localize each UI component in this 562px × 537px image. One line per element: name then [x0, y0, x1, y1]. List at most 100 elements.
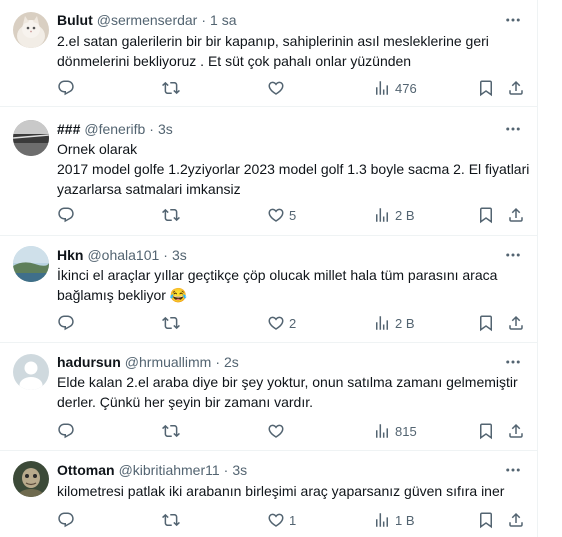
- bookmark-icon: [480, 207, 492, 224]
- tweet-text-line: Ornek olarak: [57, 141, 138, 157]
- timestamp[interactable]: 3s: [232, 460, 247, 480]
- bookmark-button[interactable]: [477, 78, 495, 98]
- user-handle[interactable]: @sermenserdar: [97, 10, 198, 30]
- tweet[interactable]: ### @fenerifb · 3s Ornek olarak 2017 mod…: [0, 107, 538, 236]
- share-button[interactable]: [507, 78, 525, 98]
- share-button[interactable]: [507, 313, 525, 333]
- user-handle[interactable]: @fenerifb: [84, 119, 145, 139]
- tweet-text: İkinci el araçlar yıllar geçtikçe çöp ol…: [57, 265, 525, 305]
- views-icon: [376, 513, 388, 527]
- tweet-actions: 5 2 B: [57, 205, 527, 225]
- display-name[interactable]: hadursun: [57, 352, 121, 372]
- separator-dot: ·: [163, 247, 168, 263]
- views-count: 1 B: [395, 512, 415, 528]
- bookmark-button[interactable]: [477, 205, 495, 225]
- tweet-text: 2.el satan galerilerin bir bir kapanıp, …: [57, 31, 525, 71]
- bookmark-button[interactable]: [477, 510, 495, 530]
- retweet-button[interactable]: [162, 510, 180, 530]
- reply-button[interactable]: [57, 510, 75, 530]
- reply-button[interactable]: [57, 313, 75, 333]
- display-name[interactable]: Ottoman: [57, 460, 115, 480]
- timestamp[interactable]: 3s: [172, 245, 187, 265]
- share-icon: [509, 80, 523, 95]
- tweet[interactable]: Ottoman @kibritiahmer11 · 3s kilometresi…: [0, 451, 538, 537]
- tweet-text-line: Elde kalan 2.el araba diye bir şey yoktu…: [57, 374, 518, 390]
- cat-avatar-icon[interactable]: [13, 12, 49, 48]
- views-button[interactable]: 815: [373, 421, 417, 441]
- share-icon: [509, 512, 523, 527]
- views-button[interactable]: 2 B: [373, 205, 415, 225]
- reply-button[interactable]: [57, 421, 75, 441]
- heart-icon: [268, 316, 284, 330]
- user-handle[interactable]: @kibritiahmer11: [119, 460, 220, 480]
- like-count: 1: [289, 512, 297, 528]
- display-name[interactable]: Bulut: [57, 10, 93, 30]
- views-count: 815: [395, 423, 417, 439]
- more-icon[interactable]: [500, 352, 526, 372]
- views-button[interactable]: 476: [373, 78, 417, 98]
- tweet-text-line: kilometresi patlak iki arabanın birleşim…: [57, 483, 505, 499]
- share-icon: [509, 423, 523, 438]
- more-icon[interactable]: [500, 10, 526, 30]
- tweet-actions: 476: [57, 78, 527, 98]
- reply-icon: [58, 80, 74, 96]
- like-button[interactable]: 1: [267, 510, 296, 530]
- display-name[interactable]: Hkn: [57, 245, 83, 265]
- tweet[interactable]: Hkn @ohala101 · 3s İkinci el araçlar yıl…: [0, 236, 538, 343]
- user-handle[interactable]: @hrmuallimm: [125, 352, 212, 372]
- timestamp[interactable]: 1 sa: [210, 10, 236, 30]
- bookmark-button[interactable]: [477, 313, 495, 333]
- tweet-header: Hkn @ohala101 · 3s: [57, 245, 187, 265]
- reply-icon: [58, 512, 74, 528]
- portrait-avatar-icon[interactable]: [13, 461, 49, 497]
- retweet-button[interactable]: [162, 78, 180, 98]
- views-button[interactable]: 1 B: [373, 510, 415, 530]
- reply-button[interactable]: [57, 78, 75, 98]
- more-icon[interactable]: [500, 119, 526, 139]
- share-button[interactable]: [507, 421, 525, 441]
- tweet-text: kilometresi patlak iki arabanın birleşim…: [57, 481, 525, 501]
- retweet-button[interactable]: [162, 313, 180, 333]
- bookmark-icon: [480, 423, 492, 440]
- like-button[interactable]: 5: [267, 205, 296, 225]
- more-icon[interactable]: [500, 245, 526, 265]
- share-button[interactable]: [507, 510, 525, 530]
- tweet-actions: 815: [57, 421, 527, 441]
- tweet-header: Bulut @sermenserdar · 1 sa: [57, 10, 236, 30]
- like-button[interactable]: 2: [267, 313, 296, 333]
- like-count: 5: [289, 207, 297, 223]
- reply-icon: [58, 423, 74, 439]
- default-profile-avatar-icon[interactable]: [13, 354, 49, 390]
- retweet-button[interactable]: [162, 421, 180, 441]
- tweet-text-line: bağlamış bekliyor 😂: [57, 287, 188, 303]
- tweet-header: Ottoman @kibritiahmer11 · 3s: [57, 460, 247, 480]
- like-button[interactable]: [267, 78, 289, 98]
- more-icon[interactable]: [500, 460, 526, 480]
- timeline-feed: Bulut @sermenserdar · 1 sa 2.el satan ga…: [0, 0, 538, 537]
- tweet[interactable]: Bulut @sermenserdar · 1 sa 2.el satan ga…: [0, 0, 538, 107]
- bookmark-icon: [480, 315, 492, 332]
- user-handle[interactable]: @ohala101: [87, 245, 159, 265]
- timestamp[interactable]: 2s: [224, 352, 239, 372]
- like-button[interactable]: [267, 421, 289, 441]
- bookmark-button[interactable]: [477, 421, 495, 441]
- heart-icon: [268, 424, 284, 438]
- views-icon: [376, 81, 388, 95]
- display-name[interactable]: ###: [57, 119, 80, 139]
- views-button[interactable]: 2 B: [373, 313, 415, 333]
- retweet-icon: [162, 81, 180, 95]
- views-icon: [376, 424, 388, 438]
- heart-icon: [268, 208, 284, 222]
- reply-button[interactable]: [57, 205, 75, 225]
- timestamp[interactable]: 3s: [158, 119, 173, 139]
- share-button[interactable]: [507, 205, 525, 225]
- tweet-text-line: yazarlarsa satmalari imkansiz: [57, 181, 241, 197]
- landscape-avatar-icon[interactable]: [13, 246, 49, 282]
- reply-icon: [58, 207, 74, 223]
- separator-dot: ·: [223, 462, 229, 478]
- retweet-button[interactable]: [162, 205, 180, 225]
- train-photo-avatar-icon[interactable]: [13, 120, 49, 156]
- tweet[interactable]: hadursun @hrmuallimm · 2s Elde kalan 2.e…: [0, 343, 538, 451]
- views-icon: [376, 316, 388, 330]
- views-count: 476: [395, 80, 417, 96]
